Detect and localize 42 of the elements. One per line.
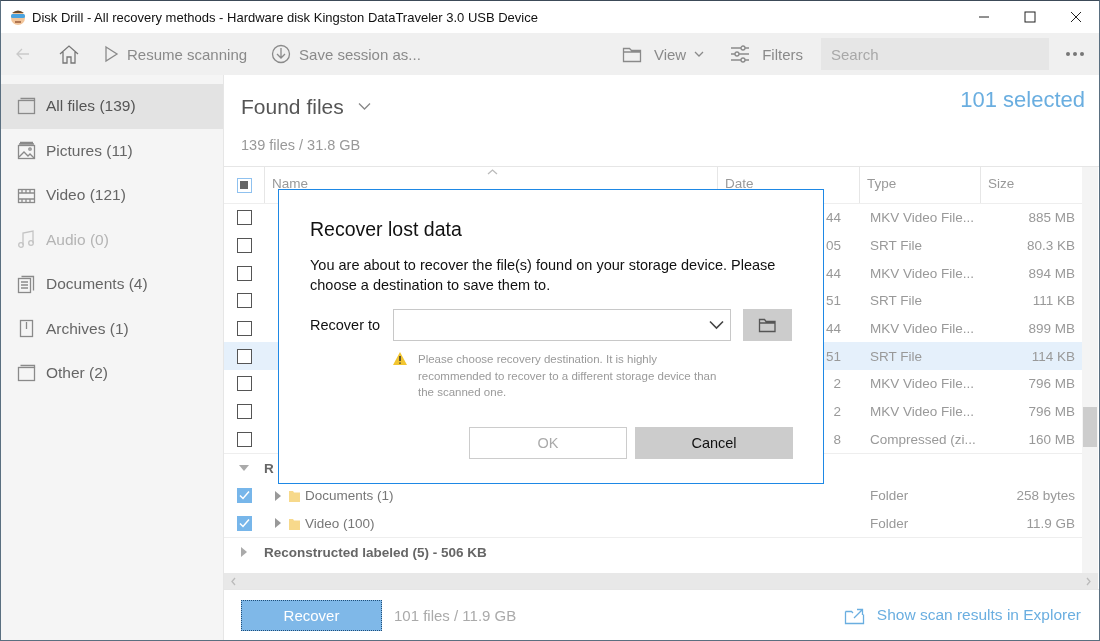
table-cell-text: 258 bytes bbox=[1015, 488, 1076, 504]
table-cell-text: 796 MB bbox=[1027, 376, 1076, 392]
field-label: Recover to bbox=[310, 317, 381, 333]
section-title: Found files bbox=[241, 94, 344, 119]
table-cell: 51 bbox=[825, 293, 841, 309]
table-cell-text: MKV Video File... bbox=[869, 321, 976, 337]
file-name: Documents (1) bbox=[305, 488, 394, 504]
table-cell-text: 80.3 KB bbox=[1025, 238, 1076, 254]
dialog-message: You are about to recover the file(s) found on your storage device. Please choose a destination to save them to. bbox=[310, 256, 777, 295]
table-cell: 05 bbox=[825, 238, 841, 254]
table-cell-text: 899 MB bbox=[1027, 321, 1076, 337]
table-cell-text: 114 KB bbox=[1030, 348, 1076, 364]
file-summary: 139 files / 31.8 GB bbox=[241, 136, 362, 155]
table-cell-text: 796 MB bbox=[1027, 404, 1076, 420]
table-cell-text: 11.9 GB bbox=[1025, 515, 1076, 531]
table-cell-text: Folder bbox=[869, 488, 910, 504]
table-cell-text: MKV Video File... bbox=[869, 265, 976, 281]
table-cell-text: SRT File bbox=[869, 348, 924, 364]
table-cell-text: MKV Video File... bbox=[869, 210, 976, 226]
warning-text: Please choose recovery destination. It is highly recommended to recover to a different storage device than the scanned one. bbox=[418, 352, 718, 400]
table-cell: 8 bbox=[833, 431, 841, 447]
selection-summary: 101 files / 11.9 GB bbox=[394, 606, 517, 624]
table-cell: 2 bbox=[833, 376, 841, 392]
table-cell: 44 bbox=[825, 265, 841, 281]
table-cell-text: 160 MB bbox=[1027, 431, 1076, 447]
dialog-title: Recover lost data bbox=[310, 218, 463, 241]
table-cell-text: Compressed (zi... bbox=[869, 431, 977, 447]
table-cell-text: MKV Video File... bbox=[869, 404, 976, 420]
file-name: Video (100) bbox=[305, 515, 375, 531]
table-cell-text: 111 KB bbox=[1031, 293, 1076, 309]
table-cell-text: 885 MB bbox=[1027, 210, 1076, 226]
table-cell-text: Folder bbox=[869, 515, 910, 531]
table-cell-text: 894 MB bbox=[1027, 265, 1076, 281]
selection-count: 101 selected bbox=[960, 87, 1085, 113]
table-cell: 2 bbox=[833, 404, 841, 420]
table-cell: 51 bbox=[825, 348, 841, 364]
table-cell: 44 bbox=[825, 210, 841, 226]
window-title: Disk Drill - All recovery methods - Hardware disk Kingston DataTraveler 3.0 USB Device bbox=[32, 9, 538, 25]
table-cell-text: SRT File bbox=[869, 293, 924, 309]
table-cell-text: SRT File bbox=[869, 238, 924, 254]
table-cell: 44 bbox=[825, 321, 841, 337]
table-cell-text: MKV Video File... bbox=[869, 376, 976, 392]
